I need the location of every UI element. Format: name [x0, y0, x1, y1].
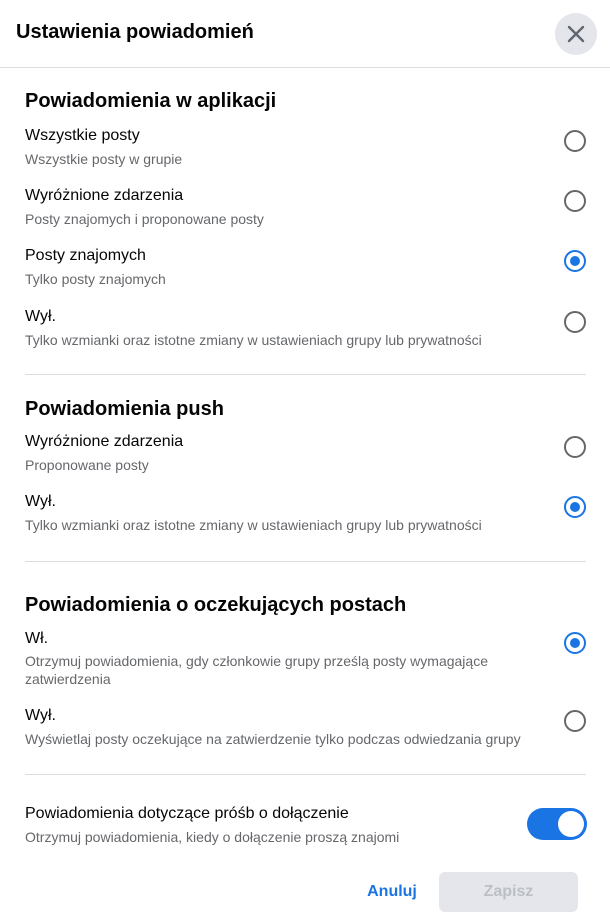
option-highlights[interactable]: Wyróżnione zdarzenia Posty znajomych i p… [0, 187, 610, 237]
option-description: Proponowane posty [25, 457, 149, 473]
radio-button[interactable] [564, 190, 586, 212]
option-description: Otrzymuj powiadomienia, gdy członkowie g… [25, 653, 488, 687]
option-label: Wł. [25, 630, 49, 647]
join-requests-row: Powiadomienia dotyczące próśb o dołączen… [0, 805, 610, 855]
divider [25, 561, 586, 562]
option-label: Wszystkie posty [25, 127, 140, 144]
option-description: Tylko wzmianki oraz istotne zmiany w ust… [25, 517, 482, 533]
option-push-off[interactable]: Wył. Tylko wzmianki oraz istotne zmiany … [0, 493, 610, 543]
radio-button[interactable] [564, 710, 586, 732]
option-label: Wyróżnione zdarzenia [25, 433, 184, 450]
option-description: Tylko posty znajomych [25, 271, 166, 287]
radio-button[interactable] [564, 130, 586, 152]
option-label: Wył. [25, 493, 56, 510]
option-description: Posty znajomych i proponowane posty [25, 211, 264, 227]
join-requests-description: Otrzymuj powiadomienia, kiedy o dołączen… [25, 829, 400, 845]
dialog-title: Ustawienia powiadomień [16, 21, 254, 43]
join-requests-toggle[interactable] [527, 808, 587, 840]
option-label: Wył. [25, 707, 56, 724]
join-requests-label: Powiadomienia dotyczące próśb o dołączen… [25, 805, 349, 822]
option-all-posts[interactable]: Wszystkie posty Wszystkie posty w grupie [0, 127, 610, 177]
section-title-push: Powiadomienia push [25, 398, 224, 420]
cancel-button[interactable]: Anuluj [352, 872, 432, 912]
radio-button[interactable] [564, 311, 586, 333]
radio-button[interactable] [564, 632, 586, 654]
radio-button[interactable] [564, 496, 586, 518]
option-description: Tylko wzmianki oraz istotne zmiany w ust… [25, 332, 482, 348]
radio-button[interactable] [564, 250, 586, 272]
option-push-highlights[interactable]: Wyróżnione zdarzenia Proponowane posty [0, 433, 610, 483]
option-pending-off[interactable]: Wył. Wyświetlaj posty oczekujące na zatw… [0, 707, 610, 757]
option-label: Wyróżnione zdarzenia [25, 187, 184, 204]
option-label: Posty znajomych [25, 247, 146, 264]
option-description: Wszystkie posty w grupie [25, 151, 183, 167]
close-icon [567, 25, 585, 43]
save-button[interactable]: Zapisz [439, 872, 578, 912]
option-friends-posts[interactable]: Posty znajomych Tylko posty znajomych [0, 247, 610, 297]
dialog-header: Ustawienia powiadomień [0, 0, 610, 68]
option-pending-on[interactable]: Wł. Otrzymuj powiadomienia, gdy członkow… [0, 630, 610, 690]
option-off[interactable]: Wył. Tylko wzmianki oraz istotne zmiany … [0, 308, 610, 358]
close-button[interactable] [555, 13, 597, 55]
radio-button[interactable] [564, 436, 586, 458]
divider [25, 774, 586, 775]
divider [25, 374, 586, 375]
option-description: Wyświetlaj posty oczekujące na zatwierdz… [25, 731, 521, 747]
option-label: Wył. [25, 308, 56, 325]
toggle-knob [558, 811, 584, 837]
section-title-pending-posts: Powiadomienia o oczekujących postach [25, 594, 407, 616]
section-title-in-app: Powiadomienia w aplikacji [25, 90, 277, 112]
